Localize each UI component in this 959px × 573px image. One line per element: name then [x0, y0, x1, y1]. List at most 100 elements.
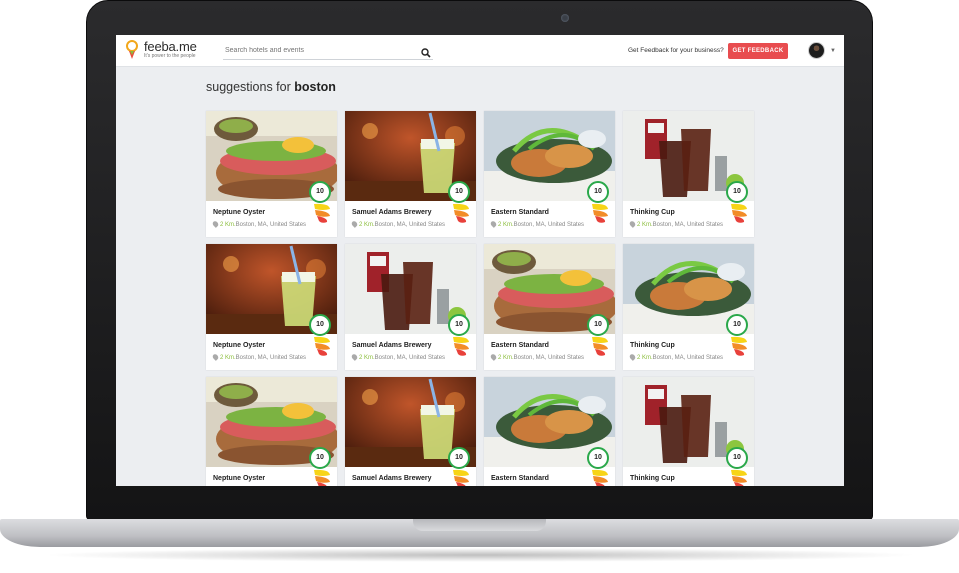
score-badge: 10 [309, 181, 331, 203]
page-title: suggestions for boston [206, 80, 336, 94]
venue-address: Boston, MA, United States [513, 355, 585, 361]
logo[interactable]: feeba.me It's power to the people [126, 40, 197, 60]
chevron-down-icon[interactable]: ▼ [830, 48, 836, 54]
rating-swirl-icon [311, 201, 333, 225]
location-pin-icon [350, 353, 359, 361]
venue-card[interactable]: 10 Eastern Standard 2 Km.Boston, MA, Uni… [484, 244, 615, 370]
venue-name[interactable]: Samuel Adams Brewery [352, 209, 432, 216]
venue-card[interactable]: 10 Neptune Oyster 2 Km.Boston, MA, Unite… [206, 377, 337, 486]
venue-location: 2 Km.Boston, MA, United States [628, 353, 724, 361]
venue-address: Boston, MA, United States [235, 355, 307, 361]
venue-name[interactable]: Thinking Cup [630, 342, 675, 349]
venue-name[interactable]: Neptune Oyster [213, 475, 265, 482]
feedback-prompt: Get Feedback for your business? [628, 47, 724, 54]
rating-swirl-icon [450, 467, 472, 486]
venue-distance: 2 Km. [498, 355, 514, 361]
venue-name[interactable]: Thinking Cup [630, 475, 675, 482]
venue-address: Boston, MA, United States [374, 222, 446, 228]
rating-swirl-icon [589, 467, 611, 486]
rating-swirl-icon [311, 467, 333, 486]
search-icon[interactable] [421, 45, 431, 58]
top-navbar: feeba.me It's power to the people Get Fe… [116, 35, 844, 67]
venue-address: Boston, MA, United States [235, 222, 307, 228]
venue-name[interactable]: Neptune Oyster [213, 209, 265, 216]
get-feedback-button[interactable]: GET FEEDBACK [728, 43, 788, 59]
venue-location: 2 Km.Boston, MA, United States [211, 220, 307, 228]
rating-swirl-icon [589, 334, 611, 358]
venue-card[interactable]: 10 Samuel Adams Brewery 2 Km.Boston, MA,… [345, 111, 476, 237]
venue-card[interactable]: 10 Thinking Cup 2 Km.Boston, MA, United … [623, 111, 754, 237]
venue-card[interactable]: 10 Samuel Adams Brewery 2 Km.Boston, MA,… [345, 244, 476, 370]
venue-name[interactable]: Eastern Standard [491, 475, 549, 482]
score-badge: 10 [309, 314, 331, 336]
venue-card[interactable]: 10 Thinking Cup 2 Km.Boston, MA, United … [623, 377, 754, 486]
rating-swirl-icon [311, 334, 333, 358]
venue-card[interactable]: 10 Eastern Standard 2 Km.Boston, MA, Uni… [484, 377, 615, 486]
score-badge: 10 [448, 314, 470, 336]
venue-name[interactable]: Samuel Adams Brewery [352, 342, 432, 349]
venue-location: 2 Km.Boston, MA, United States [350, 220, 446, 228]
laptop-frame: feeba.me It's power to the people Get Fe… [0, 0, 959, 573]
venue-address: Boston, MA, United States [652, 355, 724, 361]
score-badge: 10 [448, 447, 470, 469]
venue-card[interactable]: 10 Samuel Adams Brewery 2 Km.Boston, MA,… [345, 377, 476, 486]
venue-card[interactable]: 10 Eastern Standard 2 Km.Boston, MA, Uni… [484, 111, 615, 237]
location-pin-icon [211, 353, 220, 361]
score-badge: 10 [587, 447, 609, 469]
venue-address: Boston, MA, United States [652, 222, 724, 228]
venue-address: Boston, MA, United States [513, 222, 585, 228]
laptop-notch [413, 519, 546, 531]
venue-distance: 2 Km. [637, 222, 653, 228]
rating-swirl-icon [728, 334, 750, 358]
venue-distance: 2 Km. [637, 355, 653, 361]
venue-card[interactable]: 10 Thinking Cup 2 Km.Boston, MA, United … [623, 244, 754, 370]
location-pin-icon [211, 220, 220, 228]
rating-swirl-icon [450, 201, 472, 225]
brand-tagline: It's power to the people [144, 53, 196, 59]
venue-distance: 2 Km. [220, 222, 236, 228]
location-pin-icon [350, 220, 359, 228]
venue-location: 2 Km.Boston, MA, United States [628, 220, 724, 228]
location-pin-icon [489, 220, 498, 228]
search-bar [223, 41, 433, 60]
rating-swirl-icon [728, 201, 750, 225]
logo-pin-icon [126, 40, 138, 60]
location-pin-icon [628, 220, 637, 228]
venue-name[interactable]: Eastern Standard [491, 209, 549, 216]
heading-city: boston [294, 80, 336, 94]
score-badge: 10 [587, 314, 609, 336]
laptop-shadow [40, 548, 920, 562]
venue-location: 2 Km.Boston, MA, United States [489, 220, 585, 228]
location-pin-icon [628, 353, 637, 361]
heading-prefix: suggestions for [206, 80, 291, 94]
avatar[interactable] [808, 42, 825, 59]
venue-location: 2 Km.Boston, MA, United States [211, 353, 307, 361]
rating-swirl-icon [589, 201, 611, 225]
brand-name: feeba.me [144, 39, 197, 54]
venue-distance: 2 Km. [359, 355, 375, 361]
venue-card[interactable]: 10 Neptune Oyster 2 Km.Boston, MA, Unite… [206, 111, 337, 237]
venue-address: Boston, MA, United States [374, 355, 446, 361]
venue-card[interactable]: 10 Neptune Oyster 2 Km.Boston, MA, Unite… [206, 244, 337, 370]
venue-distance: 2 Km. [498, 222, 514, 228]
location-pin-icon [489, 353, 498, 361]
rating-swirl-icon [728, 467, 750, 486]
rating-swirl-icon [450, 334, 472, 358]
score-badge: 10 [726, 447, 748, 469]
screen: feeba.me It's power to the people Get Fe… [116, 35, 844, 486]
venue-distance: 2 Km. [359, 222, 375, 228]
venue-distance: 2 Km. [220, 355, 236, 361]
venue-location: 2 Km.Boston, MA, United States [489, 353, 585, 361]
score-badge: 10 [726, 181, 748, 203]
venue-location: 2 Km.Boston, MA, United States [350, 353, 446, 361]
venue-name[interactable]: Neptune Oyster [213, 342, 265, 349]
score-badge: 10 [309, 447, 331, 469]
camera-icon [561, 14, 569, 22]
search-input[interactable] [223, 46, 408, 54]
venue-name[interactable]: Thinking Cup [630, 209, 675, 216]
venue-name[interactable]: Eastern Standard [491, 342, 549, 349]
score-badge: 10 [587, 181, 609, 203]
score-badge: 10 [448, 181, 470, 203]
score-badge: 10 [726, 314, 748, 336]
venue-name[interactable]: Samuel Adams Brewery [352, 475, 432, 482]
